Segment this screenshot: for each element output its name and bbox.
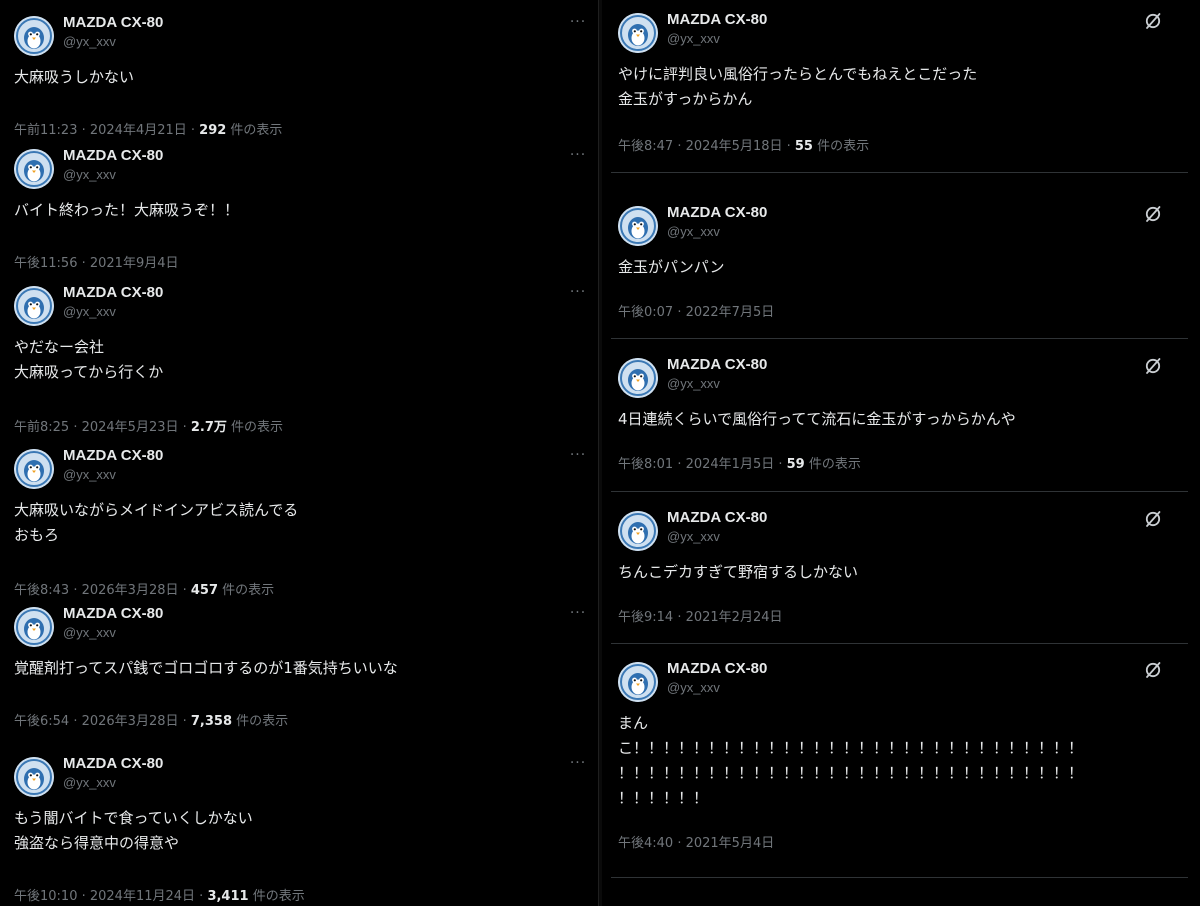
tweet-divider xyxy=(611,877,1188,878)
timestamp-text: 午後11:56 · 2021年9月4日 xyxy=(14,256,179,271)
tweet-timestamp[interactable]: 午後8:01 · 2024年1月5日 · 59 件の表示 xyxy=(618,453,861,472)
user-handle[interactable]: @yx_xxv xyxy=(667,224,720,239)
avatar[interactable] xyxy=(618,206,658,246)
view-count: 457 xyxy=(190,583,219,598)
more-horizontal-icon[interactable]: ··· xyxy=(568,448,588,462)
display-name[interactable]: MAZDA CX-80 xyxy=(667,509,767,526)
avatar[interactable] xyxy=(14,449,54,489)
more-horizontal-icon[interactable]: ··· xyxy=(568,756,588,770)
user-handle[interactable]: @yx_xxv xyxy=(667,680,720,695)
user-handle[interactable]: @yx_xxv xyxy=(63,775,116,790)
tweet-text: 大麻吸うしかない xyxy=(14,68,135,86)
display-name[interactable]: MAZDA CX-80 xyxy=(63,447,163,464)
tweet-text: やだなー会社 大麻吸ってから行くか xyxy=(14,338,164,381)
timestamp-text: 午後4:40 · 2021年5月4日 xyxy=(618,836,775,851)
user-handle[interactable]: @yx_xxv xyxy=(667,376,720,391)
timestamp-text: 午後6:54 · 2026年3月28日 · xyxy=(14,714,191,729)
tweet-divider xyxy=(611,643,1188,644)
display-name[interactable]: MAZDA CX-80 xyxy=(667,356,767,373)
tweet-timestamp[interactable]: 午後0:07 · 2022年7月5日 xyxy=(618,301,774,320)
view-count-label: 件の表示 xyxy=(226,420,284,435)
more-horizontal-icon[interactable]: ··· xyxy=(568,15,588,29)
more-horizontal-icon[interactable]: ··· xyxy=(568,148,588,162)
avatar[interactable] xyxy=(14,16,54,56)
display-name[interactable]: MAZDA CX-80 xyxy=(63,147,163,164)
timestamp-text: 午前8:25 · 2024年5月23日 · xyxy=(14,420,191,435)
user-handle[interactable]: @yx_xxv xyxy=(667,31,720,46)
avatar[interactable] xyxy=(618,358,658,398)
view-count: 2.7万 xyxy=(190,420,227,435)
avatar[interactable] xyxy=(618,511,658,551)
tweet-text: 覚醒剤打ってスパ銭でゴロゴロするのが1番気持ちいいな xyxy=(14,659,398,677)
tweet-timestamp[interactable]: 午前11:23 · 2024年4月21日 · 292 件の表示 xyxy=(14,119,282,138)
tweet-text: やけに評判良い風俗行ったらとんでもねえとこだった 金玉がすっからかん xyxy=(618,65,978,108)
tweet-text: バイト終わった！大麻吸うぞ！！ xyxy=(14,201,240,219)
display-name[interactable]: MAZDA CX-80 xyxy=(63,14,163,31)
display-name[interactable]: MAZDA CX-80 xyxy=(63,605,163,622)
tweet-text: 大麻吸いながらメイドインアビス読んでる おもろ xyxy=(14,501,299,544)
tweet-divider xyxy=(611,491,1188,492)
tweet-timestamp[interactable]: 午後6:54 · 2026年3月28日 · 7,358 件の表示 xyxy=(14,710,288,729)
grok-icon[interactable] xyxy=(1144,357,1162,375)
avatar[interactable] xyxy=(14,149,54,189)
left-column: MAZDA CX-80 @yx_xxv 大麻吸うしかない午前11:23 · 2024… xyxy=(0,0,598,906)
tweet-text: まん こ！！！！！！！！！！！！！！！！！！！！！！！！！！！！！！ ！！！！！… xyxy=(618,714,1084,807)
view-count: 7,358 xyxy=(190,714,233,729)
right-column: MAZDA CX-80 @yx_xxv やけに評判良い風俗行ったらとんでもねえとこだ… xyxy=(601,0,1200,906)
tweet-timestamp[interactable]: 午後8:43 · 2026年3月28日 · 457 件の表示 xyxy=(14,579,274,598)
view-count: 292 xyxy=(199,123,227,138)
user-handle[interactable]: @yx_xxv xyxy=(63,34,116,49)
tweet-timestamp[interactable]: 午後9:14 · 2021年2月24日 xyxy=(618,606,783,625)
tweet-divider xyxy=(611,338,1188,339)
timestamp-text: 午後8:47 · 2024年5月18日 · xyxy=(618,139,795,154)
more-horizontal-icon[interactable]: ··· xyxy=(568,285,588,299)
grok-icon[interactable] xyxy=(1144,510,1162,528)
view-count: 55 xyxy=(794,139,813,154)
view-count-label: 件の表示 xyxy=(226,123,283,138)
timestamp-text: 午後0:07 · 2022年7月5日 xyxy=(618,305,775,320)
view-count-label: 件の表示 xyxy=(218,583,275,598)
tweet-timestamp[interactable]: 午後11:56 · 2021年9月4日 xyxy=(14,252,179,271)
grok-icon[interactable] xyxy=(1144,12,1162,30)
user-handle[interactable]: @yx_xxv xyxy=(667,529,720,544)
tweet-text: もう闇バイトで食っていくしかない 強盗なら得意中の得意や xyxy=(14,809,253,852)
grok-icon[interactable] xyxy=(1144,205,1162,223)
timestamp-text: 午前11:23 · 2024年4月21日 · xyxy=(14,123,200,138)
timestamp-text: 午後9:14 · 2021年2月24日 xyxy=(618,610,783,625)
display-name[interactable]: MAZDA CX-80 xyxy=(667,660,767,677)
view-count: 59 xyxy=(786,457,805,472)
timestamp-text: 午後8:01 · 2024年1月5日 · xyxy=(618,457,787,472)
avatar[interactable] xyxy=(14,757,54,797)
user-handle[interactable]: @yx_xxv xyxy=(63,304,116,319)
view-count-label: 件の表示 xyxy=(232,714,289,729)
tweet-timestamp[interactable]: 午後10:10 · 2024年11月24日 · 3,411 件の表示 xyxy=(14,885,305,904)
avatar[interactable] xyxy=(14,286,54,326)
view-count-label: 件の表示 xyxy=(812,139,870,154)
avatar[interactable] xyxy=(14,607,54,647)
avatar[interactable] xyxy=(618,662,658,702)
tweet-text: 金玉がパンパン xyxy=(618,258,725,276)
display-name[interactable]: MAZDA CX-80 xyxy=(667,11,767,28)
view-count-label: 件の表示 xyxy=(804,457,861,472)
user-handle[interactable]: @yx_xxv xyxy=(63,467,116,482)
tweet-timestamp[interactable]: 午後8:47 · 2024年5月18日 · 55 件の表示 xyxy=(618,135,869,154)
tweet-text: ちんこデカすぎて野宿するしかない xyxy=(618,563,859,581)
timestamp-text: 午後10:10 · 2024年11月24日 · xyxy=(14,889,208,904)
display-name[interactable]: MAZDA CX-80 xyxy=(63,755,163,772)
display-name[interactable]: MAZDA CX-80 xyxy=(667,204,767,221)
tweet-text: 4日連続くらいで風俗行ってて流石に金玉がすっからかんや xyxy=(618,410,1016,428)
timestamp-text: 午後8:43 · 2026年3月28日 · xyxy=(14,583,191,598)
avatar[interactable] xyxy=(618,13,658,53)
more-horizontal-icon[interactable]: ··· xyxy=(568,606,588,620)
user-handle[interactable]: @yx_xxv xyxy=(63,625,116,640)
view-count: 3,411 xyxy=(207,889,249,904)
display-name[interactable]: MAZDA CX-80 xyxy=(63,284,163,301)
tweet-timestamp[interactable]: 午後4:40 · 2021年5月4日 xyxy=(618,832,774,851)
grok-icon[interactable] xyxy=(1144,661,1162,679)
tweet-divider xyxy=(611,172,1188,173)
user-handle[interactable]: @yx_xxv xyxy=(63,167,116,182)
view-count-label: 件の表示 xyxy=(248,889,305,904)
tweet-timestamp[interactable]: 午前8:25 · 2024年5月23日 · 2.7万 件の表示 xyxy=(14,416,283,435)
